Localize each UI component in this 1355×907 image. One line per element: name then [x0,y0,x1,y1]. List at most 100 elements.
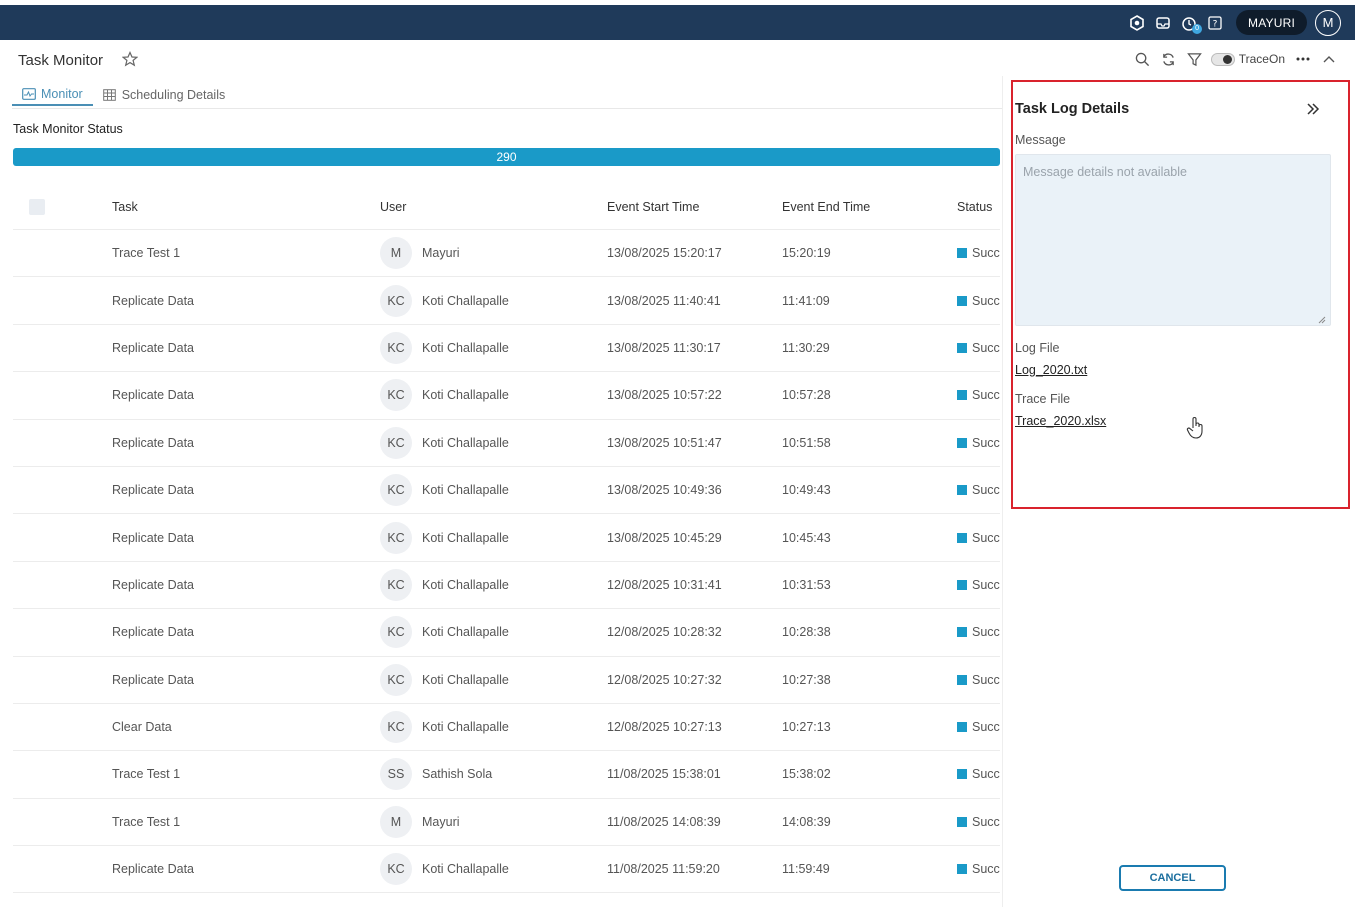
start-time-cell: 13/08/2025 10:45:29 [607,530,722,545]
column-header-start-time[interactable]: Event Start Time [607,200,699,214]
tab-scheduling-details[interactable]: Scheduling Details [93,84,236,106]
task-cell: Replicate Data [112,293,194,308]
filter-icon[interactable] [1187,51,1203,67]
table-row[interactable]: Trace Test 1 SS Sathish Sola 11/08/2025 15:… [13,751,1000,799]
end-time-cell: 10:27:38 [782,672,831,687]
avatar: M [380,805,412,838]
column-header-end-time[interactable]: Event End Time [782,200,870,214]
user-cell: KC Koti Challapalle [380,711,509,744]
chevron-up-icon[interactable] [1321,51,1337,67]
table-row[interactable]: Replicate Data KC Koti Challapalle 11/08/20… [13,846,1000,894]
status-square-icon [957,342,967,353]
search-icon[interactable] [1135,51,1151,67]
avatar: KC [380,379,412,412]
start-time-cell: 13/08/2025 15:20:17 [607,246,722,261]
avatar[interactable]: M [1315,9,1341,36]
user-name: Mayuri [422,814,460,829]
top-bar: 0 ? MAYURI M [0,5,1355,40]
progress-fill: 290 [13,148,1000,166]
user-name: Sathish Sola [422,767,493,782]
table-row[interactable]: Trace Test 1 M Mayuri 13/08/2025 15:20:17 15… [13,230,1000,278]
resize-handle-icon[interactable] [1318,313,1326,324]
help-icon[interactable]: ? [1206,14,1224,32]
progress-count: 290 [496,150,517,164]
status-cell: Succe [957,341,1000,355]
start-time-cell: 13/08/2025 11:30:17 [607,340,721,355]
tab-divider [12,108,1002,109]
end-time-cell: 10:49:43 [782,483,831,498]
table-row[interactable]: Replicate Data KC Koti Challapalle 12/08/20… [13,609,1000,657]
table-row[interactable]: Clear Data KC Koti Challapalle 12/08/2025 1… [13,704,1000,752]
column-header-task[interactable]: Task [112,200,138,214]
start-time-cell: 11/08/2025 15:38:01 [607,767,721,782]
user-cell: M Mayuri [380,805,460,838]
table-row[interactable]: Replicate Data KC Koti Challapalle 13/08/20… [13,467,1000,515]
message-textarea[interactable]: Message details not available [1015,154,1331,326]
avatar: KC [380,711,412,744]
status-cell: Succe [957,436,1000,450]
trace-toggle[interactable] [1210,52,1235,66]
select-all-checkbox[interactable] [29,198,45,215]
avatar: KC [380,616,412,649]
user-cell: SS Sathish Sola [380,758,493,791]
trace-file-label: Trace File [1015,392,1071,406]
table-row[interactable]: Replicate Data KC Koti Challapalle 12/08/20… [13,657,1000,704]
table-row[interactable]: Replicate Data KC Koti Challapalle 13/08/20… [13,514,1000,562]
start-time-cell: 11/08/2025 11:59:20 [607,862,720,877]
more-options-icon[interactable] [1295,51,1311,67]
tab-monitor[interactable]: Monitor [12,84,93,106]
end-time-cell: 14:08:39 [782,814,831,829]
task-cell: Trace Test 1 [112,767,181,782]
timer-notification-icon[interactable]: 0 [1180,14,1203,34]
table-row[interactable]: Replicate Data KC Koti Challapalle 13/08/20… [13,420,1000,467]
column-header-user[interactable]: User [380,200,406,214]
table-row[interactable]: Replicate Data KC Koti Challapalle 13/08/20… [13,325,1000,373]
start-time-cell: 13/08/2025 11:40:41 [607,293,721,308]
status-cell: Succe [957,862,1000,876]
user-name: Koti Challapalle [422,577,509,592]
status-text: Succe [972,720,1000,735]
avatar: KC [380,474,412,507]
column-header-status[interactable]: Status [957,200,1000,214]
message-label: Message [1015,133,1066,147]
task-cell: Replicate Data [112,577,194,592]
avatar: KC [380,521,412,554]
cancel-button[interactable]: CANCEL [1119,865,1226,891]
start-time-cell: 12/08/2025 10:31:41 [607,577,722,592]
table-row[interactable]: Replicate Data KC Koti Challapalle 13/08/20… [13,372,1000,420]
avatar: KC [380,426,412,459]
task-cell: Trace Test 1 [112,814,181,829]
status-text: Succe [972,435,1000,450]
status-text: Succe [972,767,1000,782]
status-progress-bar: 290 [13,148,1000,166]
inbox-icon[interactable] [1154,14,1172,32]
status-square-icon [957,532,967,543]
end-time-cell: 11:30:29 [782,340,830,355]
status-text: Succe [972,814,1000,829]
settings-hex-icon[interactable] [1128,14,1146,32]
task-cell: Replicate Data [112,388,194,403]
log-file-link[interactable]: Log_2020.txt [1015,363,1087,377]
status-cell: Succe [957,625,1000,639]
avatar: SS [380,758,412,791]
task-table: Task User Event Start Time Event End Tim… [13,184,1000,894]
user-name-pill[interactable]: MAYURI [1236,10,1307,35]
message-placeholder: Message details not available [1023,165,1187,179]
table-row[interactable]: Trace Test 1 M Mayuri 11/08/2025 14:08:39 14… [13,799,1000,847]
table-row[interactable]: Replicate Data KC Koti Challapalle 13/08/20… [13,277,1000,325]
status-text: Succe [972,625,1000,640]
refresh-icon[interactable] [1161,51,1177,67]
avatar: KC [380,568,412,601]
user-name: Koti Challapalle [422,672,509,687]
double-chevron-right-icon[interactable] [1305,101,1321,117]
task-cell: Replicate Data [112,435,194,450]
star-icon[interactable] [121,51,139,67]
start-time-cell: 11/08/2025 14:08:39 [607,814,721,829]
user-name: Koti Challapalle [422,862,509,877]
table-row[interactable]: Replicate Data KC Koti Challapalle 12/08/20… [13,562,1000,610]
end-time-cell: 11:59:49 [782,862,830,877]
avatar: M [380,237,412,270]
trace-file-link[interactable]: Trace_2020.xlsx [1015,414,1106,428]
start-time-cell: 12/08/2025 10:27:32 [607,672,722,687]
user-cell: KC Koti Challapalle [380,853,509,886]
